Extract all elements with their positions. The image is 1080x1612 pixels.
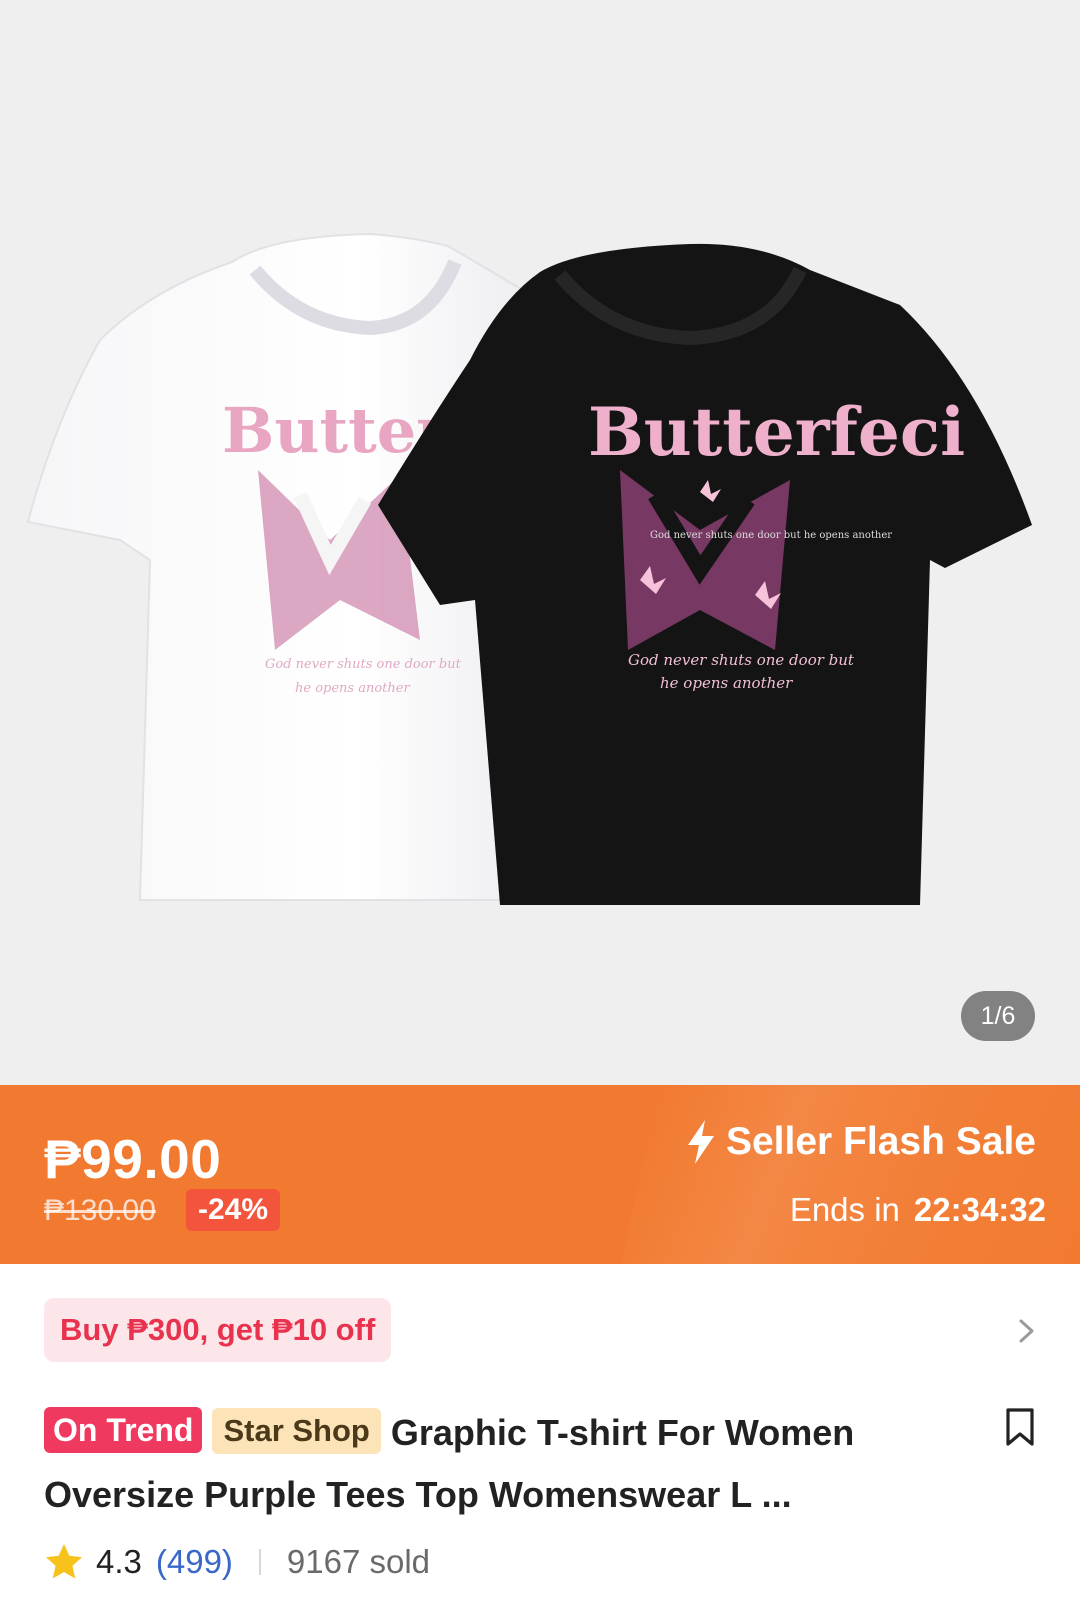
star-shop-tag: Star Shop (212, 1408, 381, 1454)
sale-price: ₱99.00 (44, 1128, 222, 1190)
product-image-gallery[interactable]: Butterfeci God never shuts one door but … (0, 0, 1080, 1085)
black-print-title: Butterfeci (588, 393, 965, 471)
star-icon (46, 1544, 82, 1579)
black-print-script-2: he opens another (660, 674, 793, 692)
flash-sale-label: Seller Flash Sale (725, 1120, 1036, 1163)
bookmark-icon[interactable] (1004, 1407, 1036, 1447)
chevron-right-icon[interactable] (1016, 1318, 1038, 1344)
ends-in-label: Ends in (789, 1191, 900, 1228)
flash-sale-title: Seller Flash Sale (686, 1120, 1036, 1164)
lightning-icon (687, 1120, 714, 1164)
countdown-timer: 22:34:32 (913, 1191, 1046, 1228)
rating-row[interactable]: 4.3 (499) 9167 sold (44, 1540, 430, 1584)
svg-text:God never shuts one door but: God never shuts one door but (265, 657, 462, 672)
divider (258, 1549, 261, 1575)
review-count[interactable]: (499) (156, 1543, 233, 1581)
image-counter: 1/6 (961, 991, 1035, 1041)
black-print-script-1: God never shuts one door but (628, 651, 855, 669)
original-price: ₱130.00 (44, 1194, 156, 1227)
product-title-block: On Trend Star Shop Graphic T-shirt For Wom… (44, 1402, 994, 1526)
shop-voucher[interactable]: Buy ₱300, get ₱10 off (44, 1298, 392, 1362)
countdown: Ends in 22:34:32 (790, 1191, 1046, 1229)
product-image: Butterfeci God never shuts one door but … (26, 232, 1032, 905)
black-print-small: God never shuts one door but he opens an… (650, 530, 892, 541)
on-trend-tag: On Trend (44, 1407, 203, 1453)
rating-value: 4.3 (96, 1543, 142, 1580)
discount-badge: -24% (186, 1189, 281, 1231)
svg-text:he opens another: he opens another (295, 681, 410, 696)
sold-count: 9167 sold (286, 1543, 431, 1580)
